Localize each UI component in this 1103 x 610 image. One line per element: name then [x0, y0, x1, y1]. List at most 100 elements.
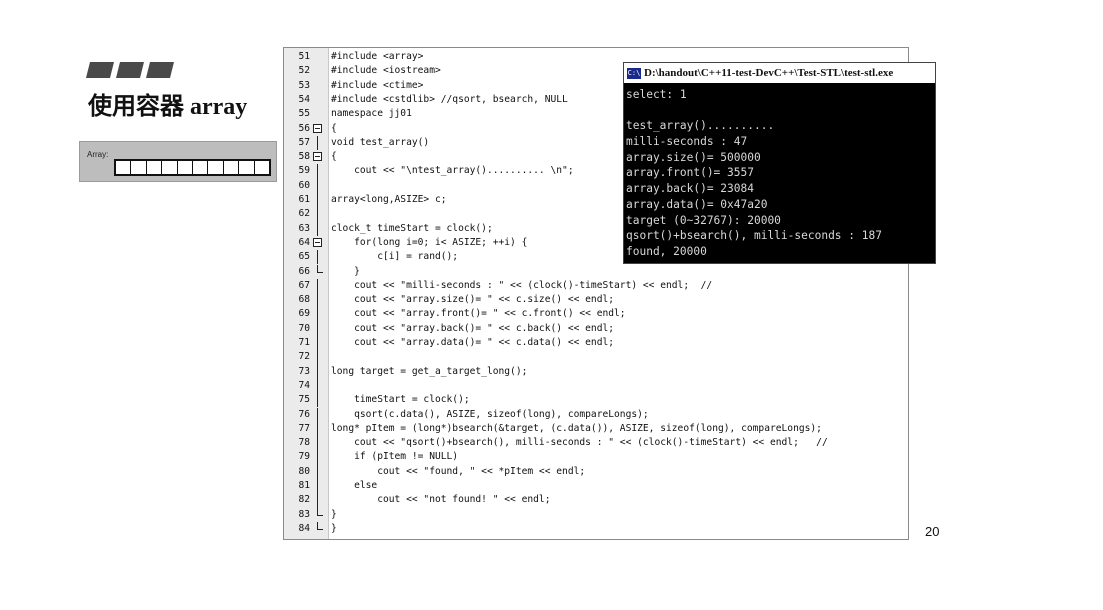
- console-output-line: test_array()..........: [626, 119, 775, 133]
- fold-guide-line: [317, 450, 318, 465]
- code-text: cout << "array.data()= " << c.data() << …: [331, 337, 615, 348]
- code-line: 83}: [284, 507, 908, 522]
- line-number: 70: [298, 322, 310, 334]
- code-text: long* pItem = (long*)bsearch(&target, (c…: [331, 422, 822, 434]
- code-line: 73 long target = get_a_target_long();: [284, 364, 908, 379]
- line-number: 79: [298, 451, 310, 463]
- code-text: #include <ctime>: [331, 79, 424, 91]
- fold-guide-line: [317, 479, 318, 494]
- code-line: 71 cout << "array.data()= " << c.data() …: [284, 336, 908, 351]
- line-number: 63: [298, 222, 310, 234]
- console-output-line: array.front()= 3557: [626, 166, 754, 180]
- fold-guide-line: [317, 293, 318, 308]
- code-text: cout << "qsort()+bsearch(), milli-second…: [331, 437, 828, 449]
- line-number: 56: [298, 122, 310, 134]
- line-number: 80: [298, 465, 310, 477]
- fold-guide-line: [317, 436, 318, 451]
- fold-end-marker: [317, 507, 323, 516]
- line-number: 72: [298, 351, 310, 363]
- line-number: 75: [298, 394, 310, 406]
- fold-end-marker: [317, 521, 323, 530]
- code-text: cout << "\ntest_array().......... \n";: [331, 165, 574, 177]
- code-line: 69 cout << "array.front()= " << c.front(…: [284, 307, 908, 322]
- fold-guide-line: [317, 321, 318, 336]
- line-number: 74: [298, 379, 310, 391]
- code-text: #include <iostream>: [331, 65, 441, 77]
- code-text: if (pItem != NULL): [331, 451, 459, 463]
- code-line: 81 else: [284, 479, 908, 494]
- code-text: cout << "array.size()= " << c.size() << …: [331, 294, 615, 306]
- code-text: for(long i=0; i< ASIZE; ++i) {: [331, 236, 528, 248]
- fold-guide-line: [317, 207, 318, 222]
- fold-guide-line: [317, 493, 318, 508]
- array-cells: [114, 159, 271, 176]
- fold-toggle-icon[interactable]: [313, 152, 322, 162]
- console-title-text: D:\handout\C++11-test-DevC++\Test-STL\te…: [644, 67, 894, 79]
- line-number: 67: [298, 279, 310, 291]
- line-number: 57: [298, 136, 310, 148]
- fold-guide-line: [317, 135, 318, 151]
- fold-guide-line: [317, 278, 318, 294]
- array-cell: [193, 161, 209, 174]
- line-number: 78: [298, 437, 310, 449]
- code-line: 68 cout << "array.size()= " << c.size() …: [284, 293, 908, 308]
- code-text: #include <cstdlib> //qsort, bsearch, NUL…: [331, 93, 568, 105]
- fold-guide-line: [317, 393, 318, 408]
- code-text: clock_t timeStart = clock();: [331, 222, 493, 234]
- code-text: {: [331, 151, 337, 163]
- code-text: timeStart = clock();: [331, 394, 470, 406]
- line-number: 66: [298, 265, 310, 277]
- fold-guide-line: [317, 164, 318, 179]
- code-line: 67 cout << "milli-seconds : " << (clock(…: [284, 278, 908, 294]
- code-text: }: [331, 265, 360, 277]
- code-line: 66 }: [284, 264, 908, 279]
- fold-guide-line: [317, 336, 318, 351]
- code-text: array<long,ASIZE> c;: [331, 194, 447, 205]
- code-line: 76 qsort(c.data(), ASIZE, sizeof(long), …: [284, 407, 908, 422]
- code-text: #include <array>: [331, 51, 424, 62]
- fold-guide-line: [317, 193, 318, 208]
- line-number: 77: [298, 422, 310, 434]
- code-line: 79 if (pItem != NULL): [284, 450, 908, 465]
- fold-guide-line: [317, 407, 318, 422]
- fold-guide-line: [317, 178, 318, 193]
- page-number: 20: [925, 524, 940, 539]
- line-number: 81: [298, 480, 310, 491]
- fold-toggle-icon[interactable]: [313, 237, 322, 247]
- console-window: C:\ D:\handout\C++11-test-DevC++\Test-ST…: [623, 62, 936, 264]
- line-number: 59: [298, 165, 310, 177]
- line-number: 55: [298, 108, 310, 120]
- console-output-line: milli-seconds : 47: [626, 135, 748, 149]
- code-line: 82 cout << "not found! " << endl;: [284, 493, 908, 508]
- code-line: 84}: [284, 521, 908, 536]
- console-output-line: array.data()= 0x47a20: [626, 197, 768, 211]
- line-number: 52: [298, 65, 310, 77]
- console-output-line: target (0~32767): 20000: [626, 213, 781, 227]
- code-text: cout << "milli-seconds : " << (clock()-t…: [331, 279, 713, 291]
- console-output-line: qsort()+bsearch(), milli-seconds : 187: [626, 229, 882, 243]
- line-number: 62: [298, 208, 310, 220]
- array-cell: [224, 161, 240, 174]
- code-text: cout << "array.front()= " << c.front() <…: [331, 308, 626, 320]
- fold-guide-line: [317, 307, 318, 322]
- console-output-line: array.back()= 23084: [626, 182, 754, 196]
- code-text: else: [331, 480, 378, 491]
- code-text: }: [331, 508, 337, 520]
- line-number: 71: [298, 337, 310, 348]
- array-cell: [239, 161, 255, 174]
- code-text: cout << "not found! " << endl;: [331, 494, 551, 506]
- array-cell: [131, 161, 147, 174]
- line-number: 65: [298, 251, 310, 263]
- array-cell: [147, 161, 163, 174]
- array-label: Array:: [87, 150, 109, 159]
- console-titlebar: C:\ D:\handout\C++11-test-DevC++\Test-ST…: [624, 63, 935, 83]
- code-text: {: [331, 122, 337, 134]
- array-cell: [255, 161, 269, 174]
- array-diagram: Array:: [79, 141, 277, 182]
- code-text: cout << "found, " << *pItem << endl;: [331, 465, 586, 477]
- fold-toggle-icon[interactable]: [313, 123, 322, 133]
- fold-guide-line: [317, 378, 318, 394]
- line-number: 68: [298, 294, 310, 306]
- array-cell: [178, 161, 194, 174]
- code-line: 70 cout << "array.back()= " << c.back() …: [284, 321, 908, 336]
